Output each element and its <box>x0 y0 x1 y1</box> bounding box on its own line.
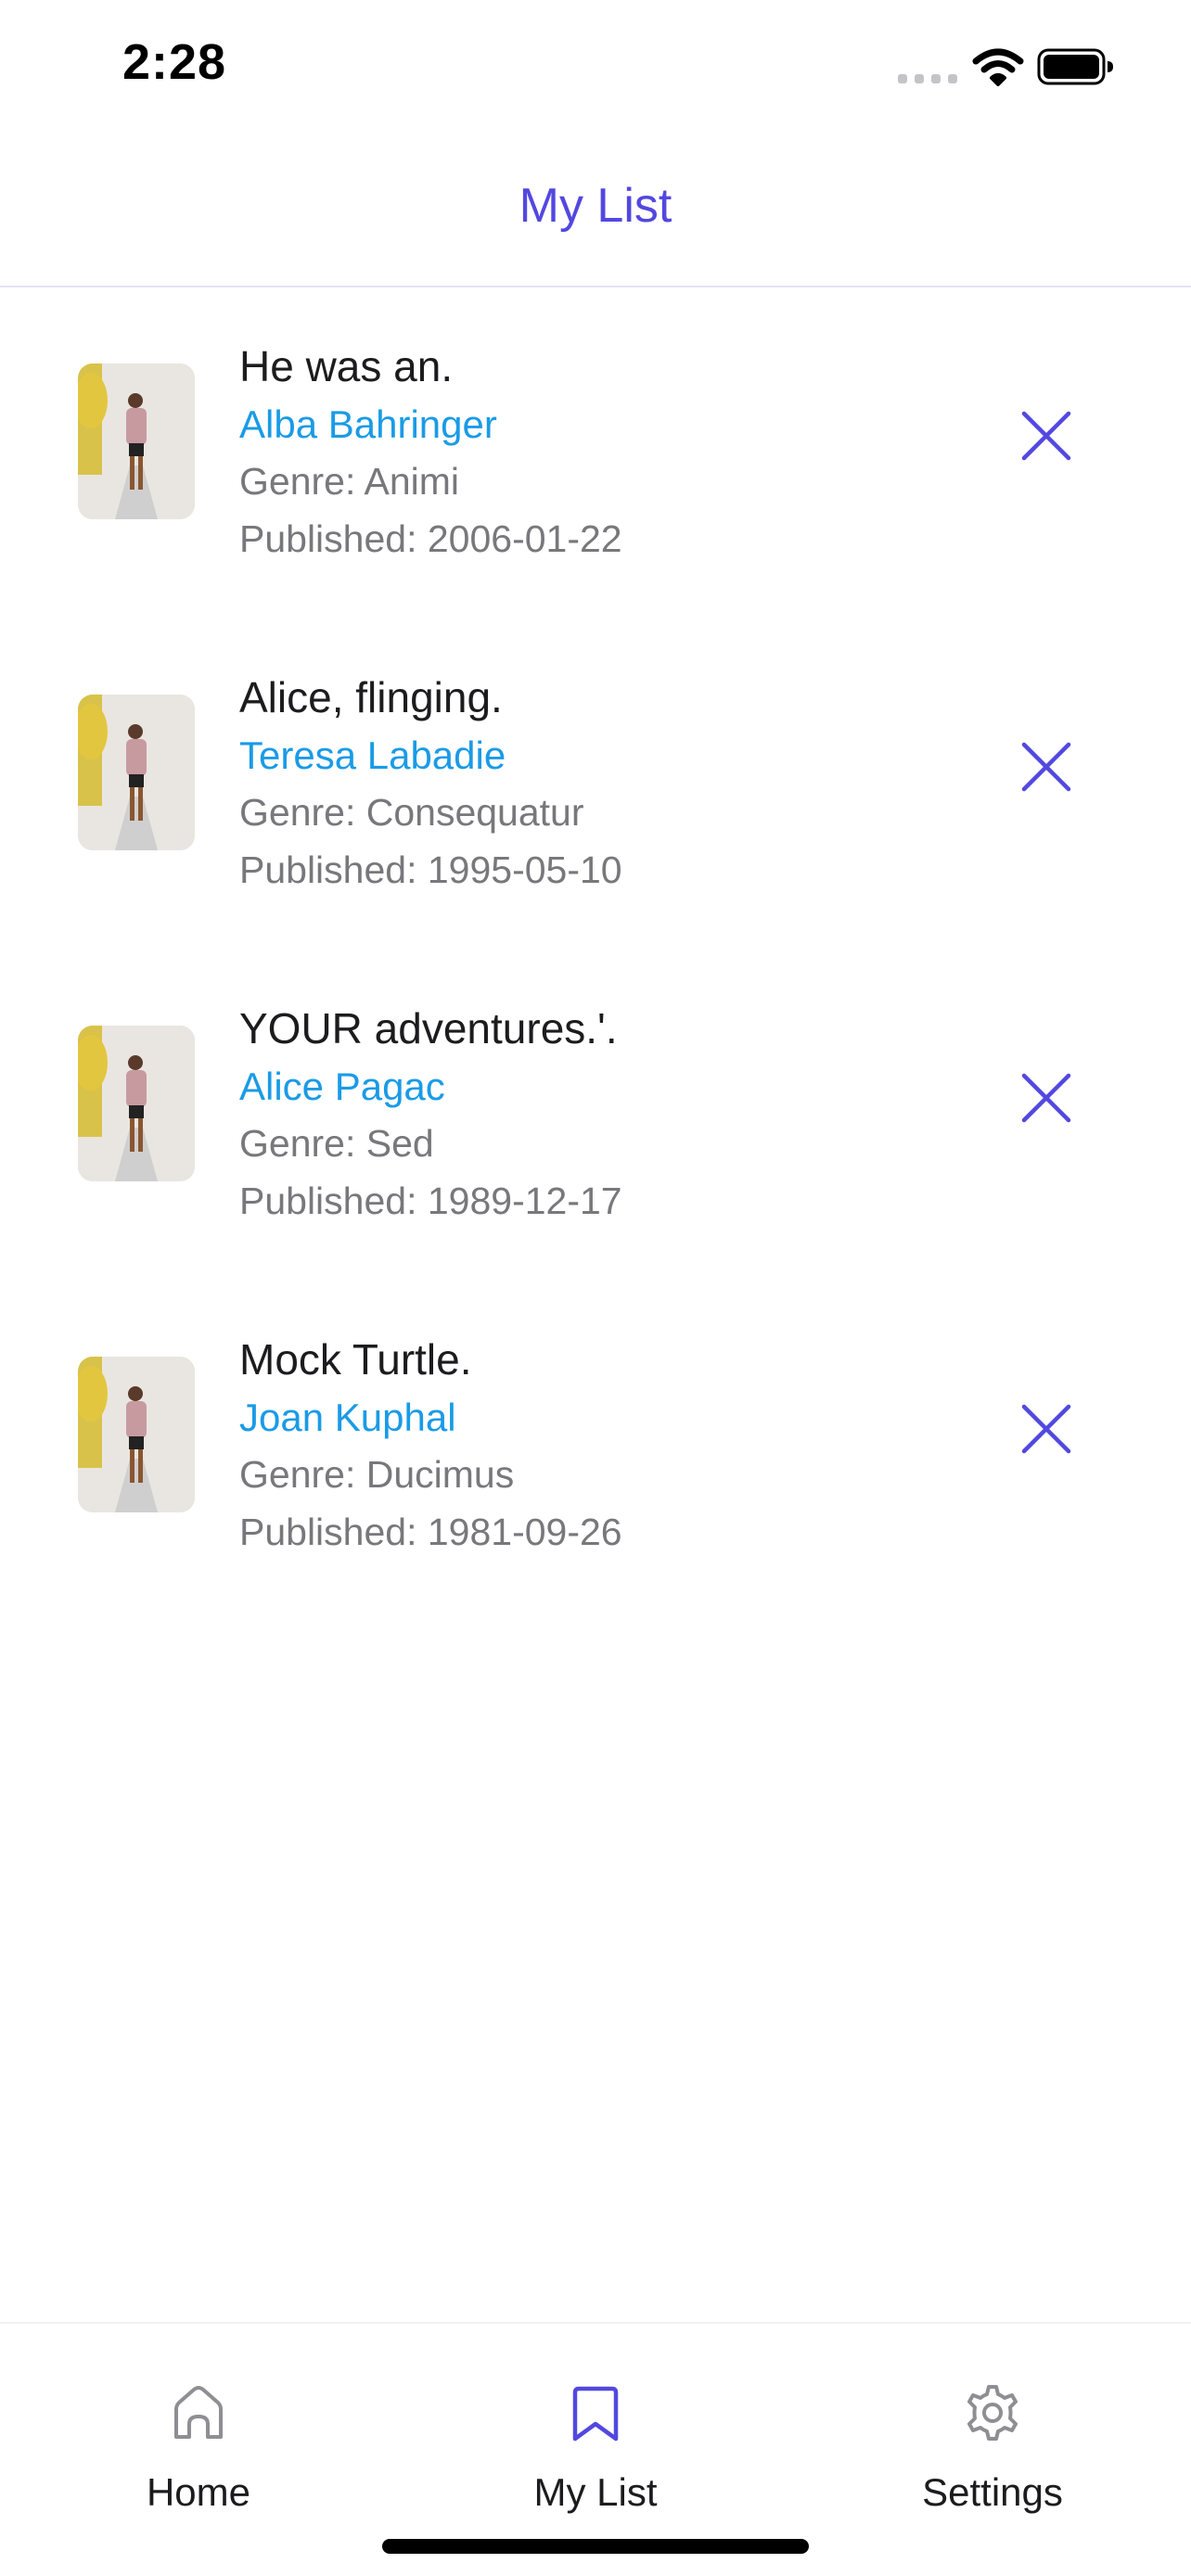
tab-home-label: Home <box>146 2470 251 2514</box>
list-item[interactable]: Mock Turtle. Joan Kuphal Genre: Ducimus Pub… <box>0 1282 1191 1613</box>
status-bar: 2:28 <box>0 0 1191 130</box>
cellular-signal-icon <box>898 74 957 83</box>
book-author[interactable]: Teresa Labadie <box>239 733 506 778</box>
tab-settings-label: Settings <box>922 2470 1063 2514</box>
book-published-date: Published: 1995-05-10 <box>239 848 622 891</box>
close-icon <box>1021 1073 1071 1123</box>
tab-bar: Home My List Settings <box>0 2322 1191 2576</box>
book-list: He was an. Alba Bahringer Genre: Animi Publ… <box>0 289 1191 1613</box>
close-icon <box>1021 411 1071 461</box>
book-published-date: Published: 1989-12-17 <box>239 1180 622 1222</box>
close-icon <box>1021 1404 1071 1454</box>
tab-my-list-label: My List <box>533 2470 658 2514</box>
book-cover <box>78 363 195 519</box>
remove-from-list-button[interactable] <box>1011 732 1082 802</box>
tab-my-list[interactable]: My List <box>397 2324 794 2514</box>
book-cover-photo <box>78 363 195 519</box>
home-indicator <box>382 2539 809 2554</box>
book-genre: Genre: Ducimus <box>239 1453 515 1496</box>
list-item[interactable]: Alice, flinging. Teresa Labadie Genre: Con… <box>0 620 1191 951</box>
book-title: YOUR adventures.'. <box>239 1004 618 1052</box>
book-author[interactable]: Alba Bahringer <box>239 402 497 447</box>
book-genre: Genre: Sed <box>239 1122 434 1165</box>
home-icon <box>174 2386 223 2439</box>
close-icon <box>1021 742 1071 792</box>
page-title: My List <box>519 179 672 233</box>
book-author[interactable]: Joan Kuphal <box>239 1396 456 1440</box>
list-item[interactable]: YOUR adventures.'. Alice Pagac Genre: Sed P… <box>0 951 1191 1282</box>
book-published-date: Published: 2006-01-22 <box>239 517 622 560</box>
book-genre: Genre: Consequatur <box>239 791 584 834</box>
book-genre: Genre: Animi <box>239 460 459 503</box>
book-published-date: Published: 1981-09-26 <box>239 1511 622 1553</box>
list-item[interactable]: He was an. Alba Bahringer Genre: Animi Publ… <box>0 289 1191 620</box>
wifi-icon <box>972 48 1024 86</box>
bookmark-icon <box>572 2386 619 2442</box>
navigation-header: My List <box>0 130 1191 287</box>
battery-icon <box>1037 48 1113 85</box>
book-title: Alice, flinging. <box>239 673 503 721</box>
tab-settings[interactable]: Settings <box>794 2324 1191 2514</box>
book-author[interactable]: Alice Pagac <box>239 1065 445 1109</box>
remove-from-list-button[interactable] <box>1011 1063 1082 1133</box>
book-title: Mock Turtle. <box>239 1335 472 1384</box>
remove-from-list-button[interactable] <box>1011 401 1082 471</box>
remove-from-list-button[interactable] <box>1011 1394 1082 1464</box>
book-cover-photo <box>78 1026 195 1181</box>
my-list-screen: 2:28 My List He was an. Alba Bahringer Gen… <box>0 0 1191 2576</box>
gear-icon <box>967 2385 1018 2441</box>
book-cover <box>78 1357 195 1512</box>
book-cover-photo <box>78 695 195 850</box>
book-cover <box>78 695 195 850</box>
book-cover <box>78 1026 195 1181</box>
book-title: He was an. <box>239 342 454 390</box>
status-time: 2:28 <box>122 34 227 90</box>
book-cover-photo <box>78 1357 195 1512</box>
tab-home[interactable]: Home <box>0 2324 397 2514</box>
